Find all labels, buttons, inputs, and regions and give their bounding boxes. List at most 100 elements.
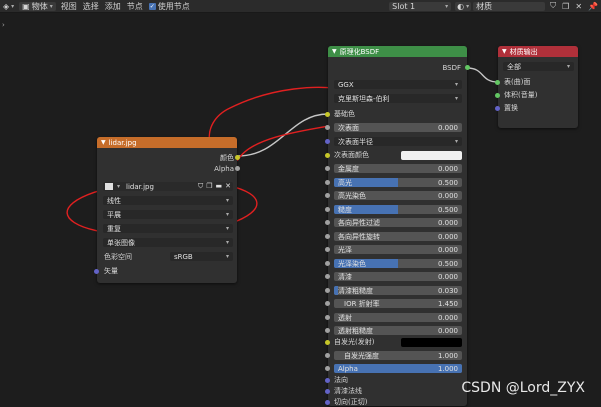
socket-anisotropic-rotation-in[interactable] [325,234,330,239]
chevron-down-icon: ▾ [454,138,458,145]
socket-transmission-roughness-in[interactable] [325,328,330,333]
editor-type-button[interactable]: ◈ ▾ [0,0,17,12]
socket-sheen-in[interactable] [325,247,330,252]
emission-color-swatch[interactable] [401,338,462,347]
menu-view[interactable]: 视图 [58,0,80,12]
socket-image-color-out[interactable] [235,155,240,160]
image-node-header[interactable]: ▼ lidar.jpg [97,137,237,148]
duplicate-image-icon[interactable]: ❐ [206,182,212,191]
socket-subsurface-radius-in[interactable] [325,139,330,144]
chevron-down-icon: ▾ [225,197,229,204]
image-datablock-row[interactable]: ▾ lidar.jpg ⛉ ❐ ▬ ✕ [103,182,233,191]
socket-bsdf-out[interactable] [465,65,470,70]
anisotropic-slider[interactable]: 各向异性过滤 0.000 [334,218,462,227]
material-output-node[interactable]: ▼ 材质输出 [498,46,578,128]
specular-slider[interactable]: 高光 0.500 [334,178,462,187]
socket-metallic-in[interactable] [325,166,330,171]
menu-select[interactable]: 选择 [80,0,102,12]
interpolation-dropdown[interactable]: 线性 ▾ [103,196,233,205]
socket-sheen-tint-in[interactable] [325,261,330,266]
socket-anisotropic-in[interactable] [325,220,330,225]
transmission-roughness-slider[interactable]: 透射粗糙度 0.000 [334,326,462,335]
socket-emission-in[interactable] [325,340,330,345]
distribution-dropdown[interactable]: GGX ▾ [334,80,462,89]
pin-icon[interactable]: 📌 [585,0,601,12]
output-target-value: 全部 [507,62,521,71]
menu-add[interactable]: 添加 [102,0,124,12]
socket-surface-in[interactable] [495,80,500,85]
sheen-label: 光泽 [338,245,352,254]
node-canvas[interactable]: › ▼ lidar.jpg 颜色 Alpha ▾ lidar.jpg ⛉ ❐ ▬… [0,13,601,406]
base-color-label: 基础色 [334,110,355,118]
socket-ior-in[interactable] [325,301,330,306]
roughness-slider[interactable]: 糙度 0.500 [334,205,462,214]
chevron-down-icon: ▾ [225,239,229,246]
socket-subsurface-color-in[interactable] [325,153,330,158]
metallic-slider[interactable]: 金属度 0.000 [334,164,462,173]
material-browse-button[interactable]: ◐ ▾ [455,1,472,11]
socket-normal-in[interactable] [325,378,330,383]
colorspace-dropdown[interactable]: sRGB ▾ [170,252,233,261]
duplicate-material-icon[interactable]: ❐ [559,0,572,12]
clearcoat-slider[interactable]: 清漆 0.000 [334,272,462,281]
anisotropic-rotation-slider[interactable]: 各向异性旋转 0.000 [334,232,462,241]
menu-node[interactable]: 节点 [124,0,146,12]
close-icon[interactable]: ✕ [225,182,231,191]
alpha-slider[interactable]: Alpha 1.000 [334,364,462,373]
collapse-arrow-icon[interactable]: ▼ [332,48,337,55]
clearcoat-roughness-label: 清漆粗糙度 [338,286,373,295]
image-browse-icon[interactable] [105,183,113,190]
slot-label: Slot 1 [392,1,416,11]
socket-alpha-in[interactable] [325,366,330,371]
material-name-field[interactable]: 材质 [473,1,546,11]
socket-transmission-in[interactable] [325,315,330,320]
bsdf-node-header[interactable]: ▼ 原理化BSDF [328,46,467,57]
socket-specular-tint-in[interactable] [325,193,330,198]
socket-clearcoat-roughness-in[interactable] [325,288,330,293]
emission-strength-slider[interactable]: 自发光强度 1.000 [334,351,462,360]
socket-displacement-in[interactable] [495,106,500,111]
socket-volume-in[interactable] [495,93,500,98]
clearcoat-roughness-slider[interactable]: 清漆粗糙度 0.030 [334,286,462,295]
socket-clearcoat-normal-in[interactable] [325,389,330,394]
transmission-slider[interactable]: 透射 0.000 [334,313,462,322]
fake-user-shield-icon[interactable]: ⛉ [198,182,203,191]
image-name-field[interactable]: lidar.jpg [126,183,154,191]
subsurface-radius-dropdown[interactable]: 次表面半径 ▾ [334,137,462,146]
extension-value: 重复 [107,224,121,233]
folder-icon[interactable]: ▬ [216,182,223,191]
projection-dropdown[interactable]: 平展 ▾ [103,210,233,219]
fake-user-shield-icon[interactable]: ⛉ [547,0,559,12]
socket-tangent-in[interactable] [325,400,330,405]
shader-mode-dropdown[interactable]: ▣ 物体 ▾ [19,1,56,11]
transmission-roughness-value: 0.000 [437,326,458,335]
collapse-arrow-icon[interactable]: ▼ [101,139,106,146]
slot-dropdown[interactable]: Slot 1 ▾ [389,1,452,11]
subsurface-value: 0.000 [437,123,458,132]
use-nodes-toggle[interactable]: ✓ 使用节点 [146,0,193,12]
socket-clearcoat-in[interactable] [325,274,330,279]
extension-dropdown[interactable]: 重复 ▾ [103,224,233,233]
close-icon[interactable]: ✕ [572,0,585,12]
interpolation-value: 线性 [107,196,121,205]
subsurface-color-swatch[interactable] [401,151,462,160]
subsurface-method-dropdown[interactable]: 克里斯坦森-伯利 ▾ [334,94,462,103]
source-dropdown[interactable]: 单张图像 ▾ [103,238,233,247]
socket-roughness-in[interactable] [325,207,330,212]
output-node-header[interactable]: ▼ 材质输出 [498,46,578,57]
sheen-tint-slider[interactable]: 光泽染色 0.500 [334,259,462,268]
socket-subsurface-in[interactable] [325,125,330,130]
socket-emission-strength-in[interactable] [325,353,330,358]
output-target-dropdown[interactable]: 全部 ▾ [503,62,574,71]
subsurface-slider[interactable]: 次表面 0.000 [334,123,462,132]
specular-tint-slider[interactable]: 高光染色 0.000 [334,191,462,200]
socket-image-alpha-out[interactable] [235,166,240,171]
image-node-title: lidar.jpg [108,138,137,147]
chevron-down-icon: ▾ [117,183,121,190]
ior-slider[interactable]: IOR 折射率 1.450 [334,299,462,308]
socket-base-color-in[interactable] [325,112,330,117]
sheen-slider[interactable]: 光泽 0.000 [334,245,462,254]
socket-specular-in[interactable] [325,180,330,185]
socket-vector-in[interactable] [94,269,99,274]
collapse-arrow-icon[interactable]: ▼ [502,48,507,55]
